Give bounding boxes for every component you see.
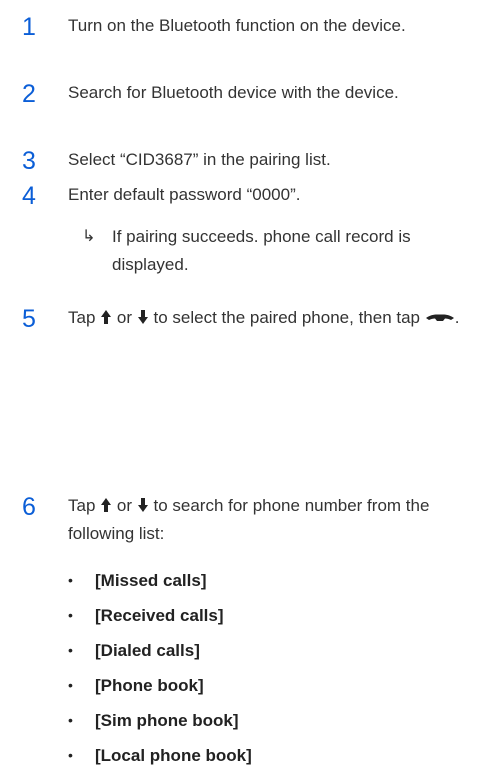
bullet-icon: •	[68, 607, 73, 623]
list-item-label: [Dialed calls]	[95, 641, 200, 660]
step-number: 6	[22, 493, 36, 521]
step-text: Enter default password “0000”.	[68, 185, 301, 204]
step-text-tap: Tap	[68, 308, 96, 327]
list-item-label: [Sim phone book]	[95, 711, 239, 730]
call-icon	[425, 314, 454, 321]
step-number: 2	[22, 80, 36, 108]
bullet-icon: •	[68, 747, 73, 763]
bullet-icon: •	[68, 572, 73, 588]
list-item-label: [Local phone book]	[95, 746, 252, 765]
step-number: 4	[22, 182, 36, 210]
step-text-or: or	[116, 308, 133, 327]
list-item-label: [Missed calls]	[95, 571, 207, 590]
down-arrow-icon	[137, 498, 148, 512]
step-text-or: or	[116, 496, 133, 515]
list-item-label: [Phone book]	[95, 676, 204, 695]
bullet-icon: •	[68, 712, 73, 728]
list-item-label: [Received calls]	[95, 606, 224, 625]
step-text: Tap or to select the paired phone, then …	[68, 304, 478, 332]
result-arrow-icon: ↳	[82, 228, 96, 245]
step-text: Select “CID3687” in the pairing list.	[68, 150, 331, 169]
bullet-icon: •	[68, 642, 73, 658]
bullet-icon: •	[68, 677, 73, 693]
step-text: Search for Bluetooth device with the dev…	[68, 83, 399, 102]
up-arrow-icon	[101, 310, 112, 324]
step-text-end: .	[454, 308, 460, 327]
up-arrow-icon	[101, 498, 112, 512]
down-arrow-icon	[137, 310, 148, 324]
step-text: Turn on the Bluetooth function on the de…	[68, 16, 406, 35]
step-text-tap: Tap	[68, 496, 96, 515]
step-text-action: to select the paired phone, then tap	[153, 308, 421, 327]
step-number: 1	[22, 13, 36, 41]
result-text: If pairing succeeds. phone call record i…	[112, 227, 411, 274]
step-text: Tap or to search for phone number from t…	[68, 492, 478, 548]
step-number: 3	[22, 147, 36, 175]
step-number: 5	[22, 305, 36, 333]
